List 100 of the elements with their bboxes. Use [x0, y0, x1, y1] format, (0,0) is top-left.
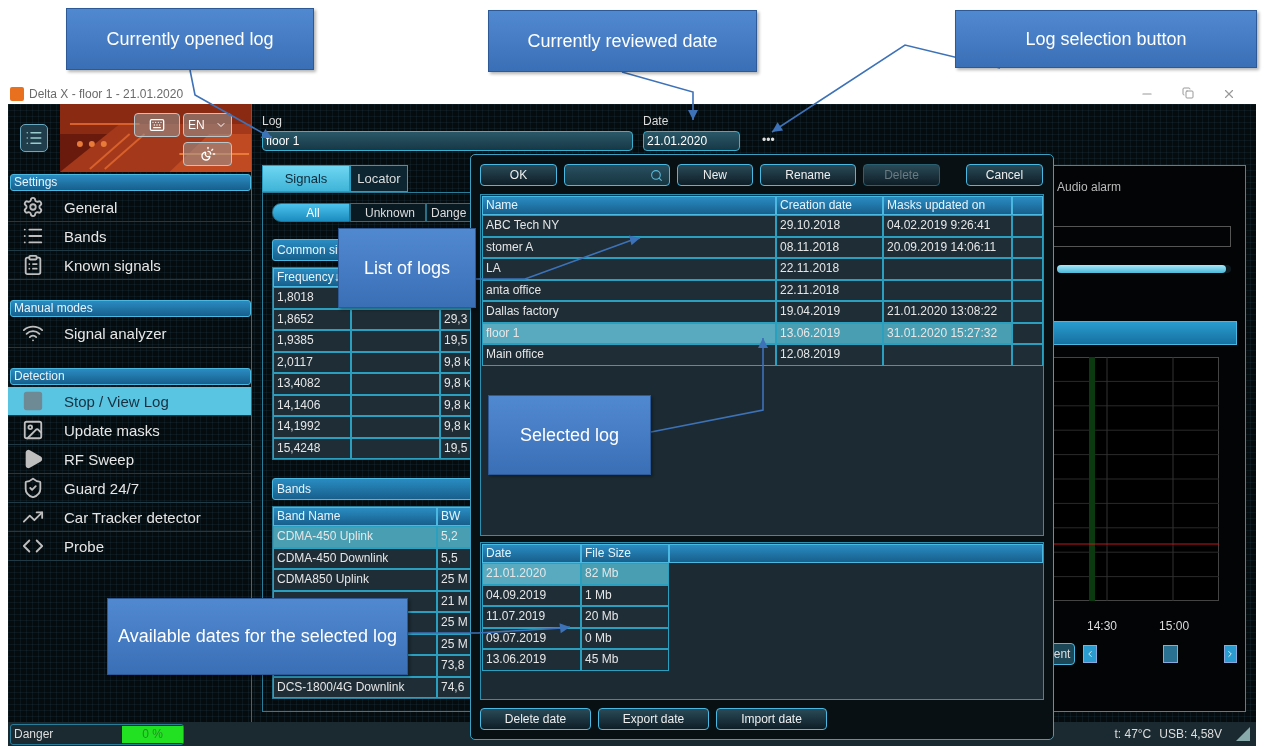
usb-voltage-text: USB: 4,58V	[1159, 727, 1222, 741]
menu-button[interactable]	[20, 124, 48, 152]
table-cell[interactable]: 11.07.2019	[482, 606, 581, 628]
table-cell[interactable]: Main office	[482, 344, 776, 366]
dialog-button[interactable]: Export date	[598, 708, 709, 730]
sidebar-item[interactable]: Car Tracker detector	[8, 503, 251, 532]
column-header[interactable]: File Size	[581, 544, 669, 563]
sidebar-item[interactable]: General	[8, 193, 251, 222]
table-cell[interactable]: 08.11.2018	[776, 236, 883, 258]
sidebar-item[interactable]: Guard 24/7	[8, 474, 251, 503]
brightness-icon	[199, 146, 216, 162]
callout-tooltip: Available dates for the selected log	[107, 598, 408, 675]
table-cell[interactable]: 22.11.2018	[776, 279, 883, 301]
input-field[interactable]	[1051, 226, 1231, 247]
danger-meter: 0 %	[122, 725, 183, 743]
table-cell: 14,1992	[273, 416, 351, 438]
section-header: Manual modes	[10, 300, 251, 317]
square-icon	[22, 390, 44, 412]
shield-check-icon	[22, 477, 44, 499]
column-header[interactable]: Band Name	[273, 507, 437, 526]
dialog-button[interactable]: Delete date	[480, 708, 591, 730]
callout-tooltip: Currently opened log	[66, 8, 314, 70]
dialog-button[interactable]: Import date	[716, 708, 827, 730]
table-cell[interactable]: 13.06.2019	[482, 649, 581, 671]
resize-grip-icon[interactable]	[1236, 727, 1250, 741]
filter-tab[interactable]: Unknown	[350, 203, 426, 222]
dialog-button[interactable]: Cancel	[966, 164, 1043, 186]
image-icon	[22, 419, 44, 441]
scroll-thumb[interactable]	[1162, 645, 1178, 663]
column-header[interactable]: Creation date	[776, 196, 883, 215]
table-cell: 15,4248	[273, 437, 351, 459]
sidebar-item[interactable]: Update masks	[8, 416, 251, 445]
table-cell[interactable]: anta office	[482, 279, 776, 301]
dialog-button[interactable]: OK	[480, 164, 557, 186]
table-cell: 14,1406	[273, 394, 351, 416]
column-header[interactable]	[669, 544, 1043, 563]
danger-label: Danger	[14, 727, 54, 741]
table-cell[interactable]: 1 Mb	[581, 584, 669, 606]
axis-label: 15:00	[1159, 619, 1190, 633]
column-header[interactable]: Name	[482, 196, 776, 215]
table-cell[interactable]: 20.09.2019 14:06:11	[883, 236, 1012, 258]
table-cell: 1,8652	[273, 308, 351, 330]
table-cell[interactable]: Dallas factory	[482, 301, 776, 323]
table-cell[interactable]: LA	[482, 258, 776, 280]
sidebar-item[interactable]: Stop / View Log	[8, 387, 251, 416]
search-icon	[650, 168, 663, 182]
close-icon[interactable]	[1222, 87, 1236, 101]
table-cell[interactable]: 29.10.2018	[776, 215, 883, 237]
log-select-button[interactable]: •••	[750, 133, 775, 151]
language-dropdown[interactable]: EN	[183, 113, 232, 137]
table-cell[interactable]: 20 Mb	[581, 606, 669, 628]
table-cell[interactable]: 04.09.2019	[482, 584, 581, 606]
tab[interactable]: Signals	[262, 165, 350, 192]
table-cell[interactable]: 21.01.2020 13:08:22	[883, 301, 1012, 323]
sidebar-item[interactable]: Probe	[8, 532, 251, 561]
table-cell[interactable]: 45 Mb	[581, 649, 669, 671]
temperature-text: t: 47°C	[1114, 727, 1152, 741]
table-cell[interactable]: CDMA-450 Downlink	[273, 547, 437, 569]
table-cell[interactable]: 19.04.2019	[776, 301, 883, 323]
column-header[interactable]	[1012, 196, 1043, 215]
log-label: Log	[262, 114, 284, 128]
table-cell: 2,0117	[273, 351, 351, 373]
table-cell[interactable]	[883, 258, 1012, 280]
scroll-right-button[interactable]	[1223, 645, 1237, 663]
sidebar-item[interactable]: Known signals	[8, 251, 251, 280]
date-label: Date	[643, 114, 670, 128]
table-cell: 1,9385	[273, 330, 351, 352]
table-cell[interactable]: DCS-1800/4G Downlink	[273, 676, 437, 698]
dialog-button[interactable]: New	[677, 164, 753, 186]
table-cell: 13,4082	[273, 373, 351, 395]
table-cell[interactable]: 22.11.2018	[776, 258, 883, 280]
table-cell[interactable]: CDMA850 Uplink	[273, 569, 437, 591]
column-header[interactable]: Date	[482, 544, 581, 563]
column-header[interactable]: Masks updated on	[883, 196, 1012, 215]
tab[interactable]: Locator	[350, 165, 408, 192]
table-cell[interactable]: 0 Mb	[581, 627, 669, 649]
callout-tooltip: Log selection button	[955, 10, 1257, 68]
table-cell[interactable]: ABC Tech NY	[482, 215, 776, 237]
sidebar-item[interactable]: Signal analyzer	[8, 319, 251, 348]
window-title: Delta X - floor 1 - 21.01.2020	[29, 87, 185, 101]
keyboard-button[interactable]	[134, 113, 180, 137]
section-header: Settings	[10, 174, 251, 191]
table-cell[interactable]	[883, 279, 1012, 301]
gear-icon	[22, 196, 44, 218]
table-cell[interactable]: 04.02.2019 9:26:41	[883, 215, 1012, 237]
table-cell[interactable]	[883, 344, 1012, 366]
sidebar-item[interactable]: Bands	[8, 222, 251, 251]
callout-tooltip: Selected log	[488, 395, 651, 475]
callout-tooltip: List of logs	[338, 228, 476, 308]
table-cell[interactable]: 12.08.2019	[776, 344, 883, 366]
audio-alarm-label: Audio alarm	[1057, 180, 1123, 194]
sidebar-item[interactable]: RF Sweep	[8, 445, 251, 474]
search-field[interactable]	[564, 164, 670, 186]
clipboard-icon	[22, 254, 44, 276]
date-field[interactable]: 21.01.2020	[643, 131, 740, 151]
app-logo-icon	[10, 87, 24, 101]
callout-tooltip: Currently reviewed date	[488, 10, 757, 72]
dialog-button[interactable]: Rename	[760, 164, 856, 186]
theme-button[interactable]	[183, 142, 232, 166]
section-header: Detection	[10, 368, 251, 385]
